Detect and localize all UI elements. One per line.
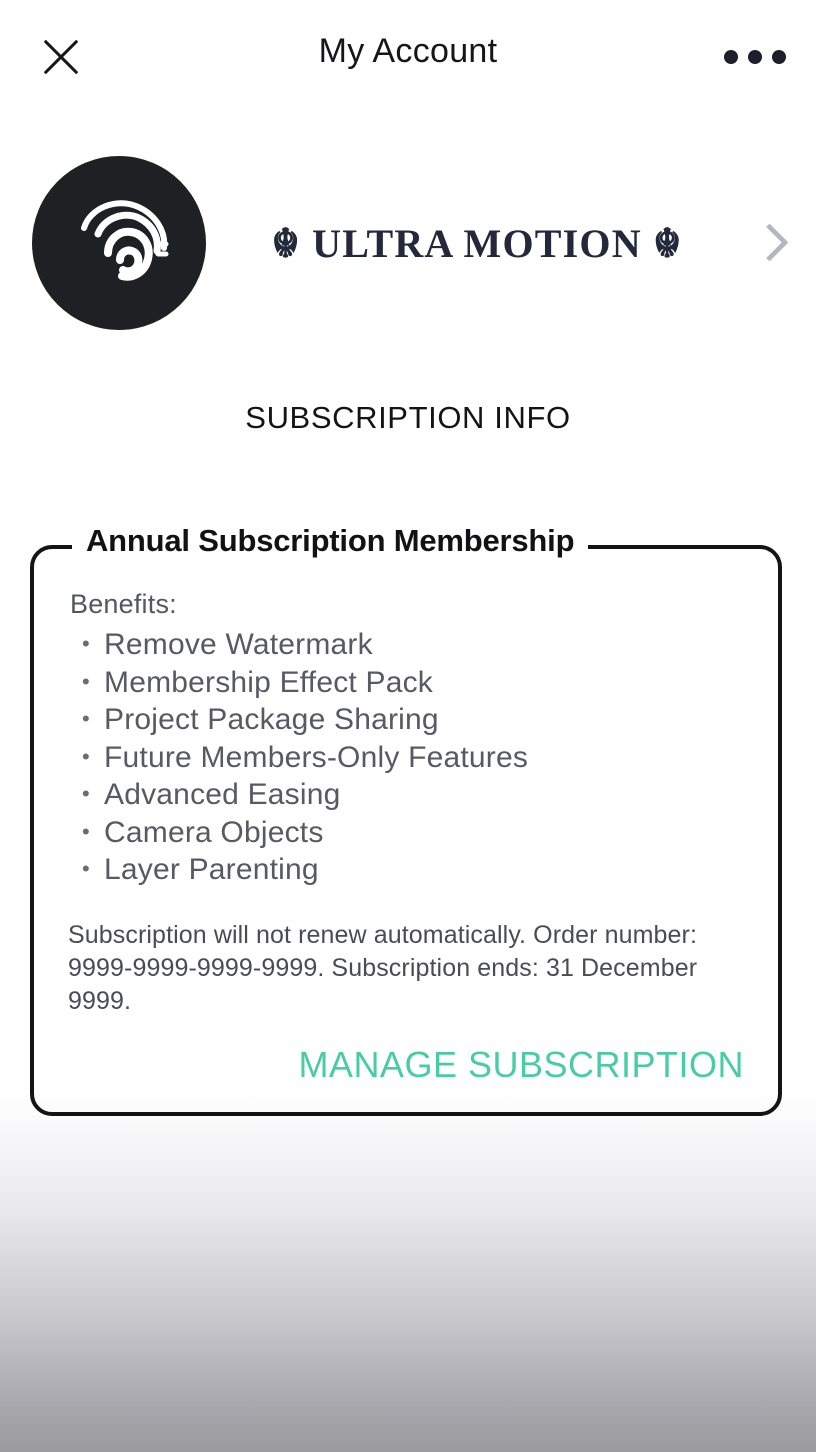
subscription-card-title: Annual Subscription Membership [72, 523, 589, 559]
account-screen: My Account ☬ ULTRA MOTION ☬ SUBSCRIPTION… [0, 0, 816, 1452]
more-options-icon [724, 50, 786, 64]
avatar [32, 156, 206, 330]
subscription-fineprint: Subscription will not renew automaticall… [68, 919, 744, 1018]
account-row[interactable]: ☬ ULTRA MOTION ☬ [0, 148, 816, 338]
bullet-icon: • [82, 856, 90, 881]
list-item: • Membership Effect Pack [68, 664, 744, 702]
bullet-icon: • [82, 668, 90, 694]
close-icon [40, 36, 82, 78]
benefit-label: Layer Parenting [104, 853, 319, 886]
background-gradient [0, 1086, 816, 1452]
close-button[interactable] [30, 26, 92, 88]
benefit-label: Camera Objects [104, 815, 324, 849]
bullet-icon: • [82, 743, 90, 769]
manage-subscription-row: MANAGE SUBSCRIPTION [68, 1044, 744, 1086]
benefit-label: Future Members-Only Features [104, 740, 529, 774]
section-heading: SUBSCRIPTION INFO [245, 400, 571, 435]
bullet-icon: • [82, 781, 90, 806]
subscription-card: Annual Subscription Membership Benefits:… [30, 523, 782, 1116]
bullet-icon: • [82, 631, 90, 656]
benefits-label: Benefits: [70, 589, 177, 619]
brand-name-wrap: ☬ ULTRA MOTION ☬ [206, 220, 752, 267]
bullet-icon: • [82, 818, 90, 844]
benefit-label: Membership Effect Pack [104, 665, 433, 699]
top-app-bar [0, 0, 816, 114]
benefit-label: Advanced Easing [104, 778, 341, 811]
manage-subscription-button[interactable]: MANAGE SUBSCRIPTION [288, 1044, 744, 1086]
benefits-list: • Remove Watermark • Membership Effect P… [68, 626, 744, 889]
list-item: • Camera Objects [68, 814, 744, 852]
bullet-icon: • [82, 706, 90, 731]
chevron-right-icon[interactable] [752, 217, 786, 269]
subscription-order-and-end-date: 9999-9999-9999-9999. Subscription ends: … [68, 953, 698, 1015]
more-options-button[interactable] [724, 26, 786, 88]
brand-name: ☬ ULTRA MOTION ☬ [271, 220, 683, 266]
subscription-renewal-note: Subscription will not renew automaticall… [68, 920, 698, 949]
avatar-spiral-logo [81, 200, 169, 281]
list-item: • Advanced Easing [68, 776, 744, 814]
list-item: • Layer Parenting [68, 851, 744, 889]
benefit-label: Remove Watermark [104, 628, 373, 661]
benefit-label: Project Package Sharing [104, 703, 439, 736]
list-item: • Project Package Sharing [68, 701, 744, 739]
list-item: • Remove Watermark [68, 626, 744, 664]
list-item: • Future Members-Only Features [68, 739, 744, 777]
